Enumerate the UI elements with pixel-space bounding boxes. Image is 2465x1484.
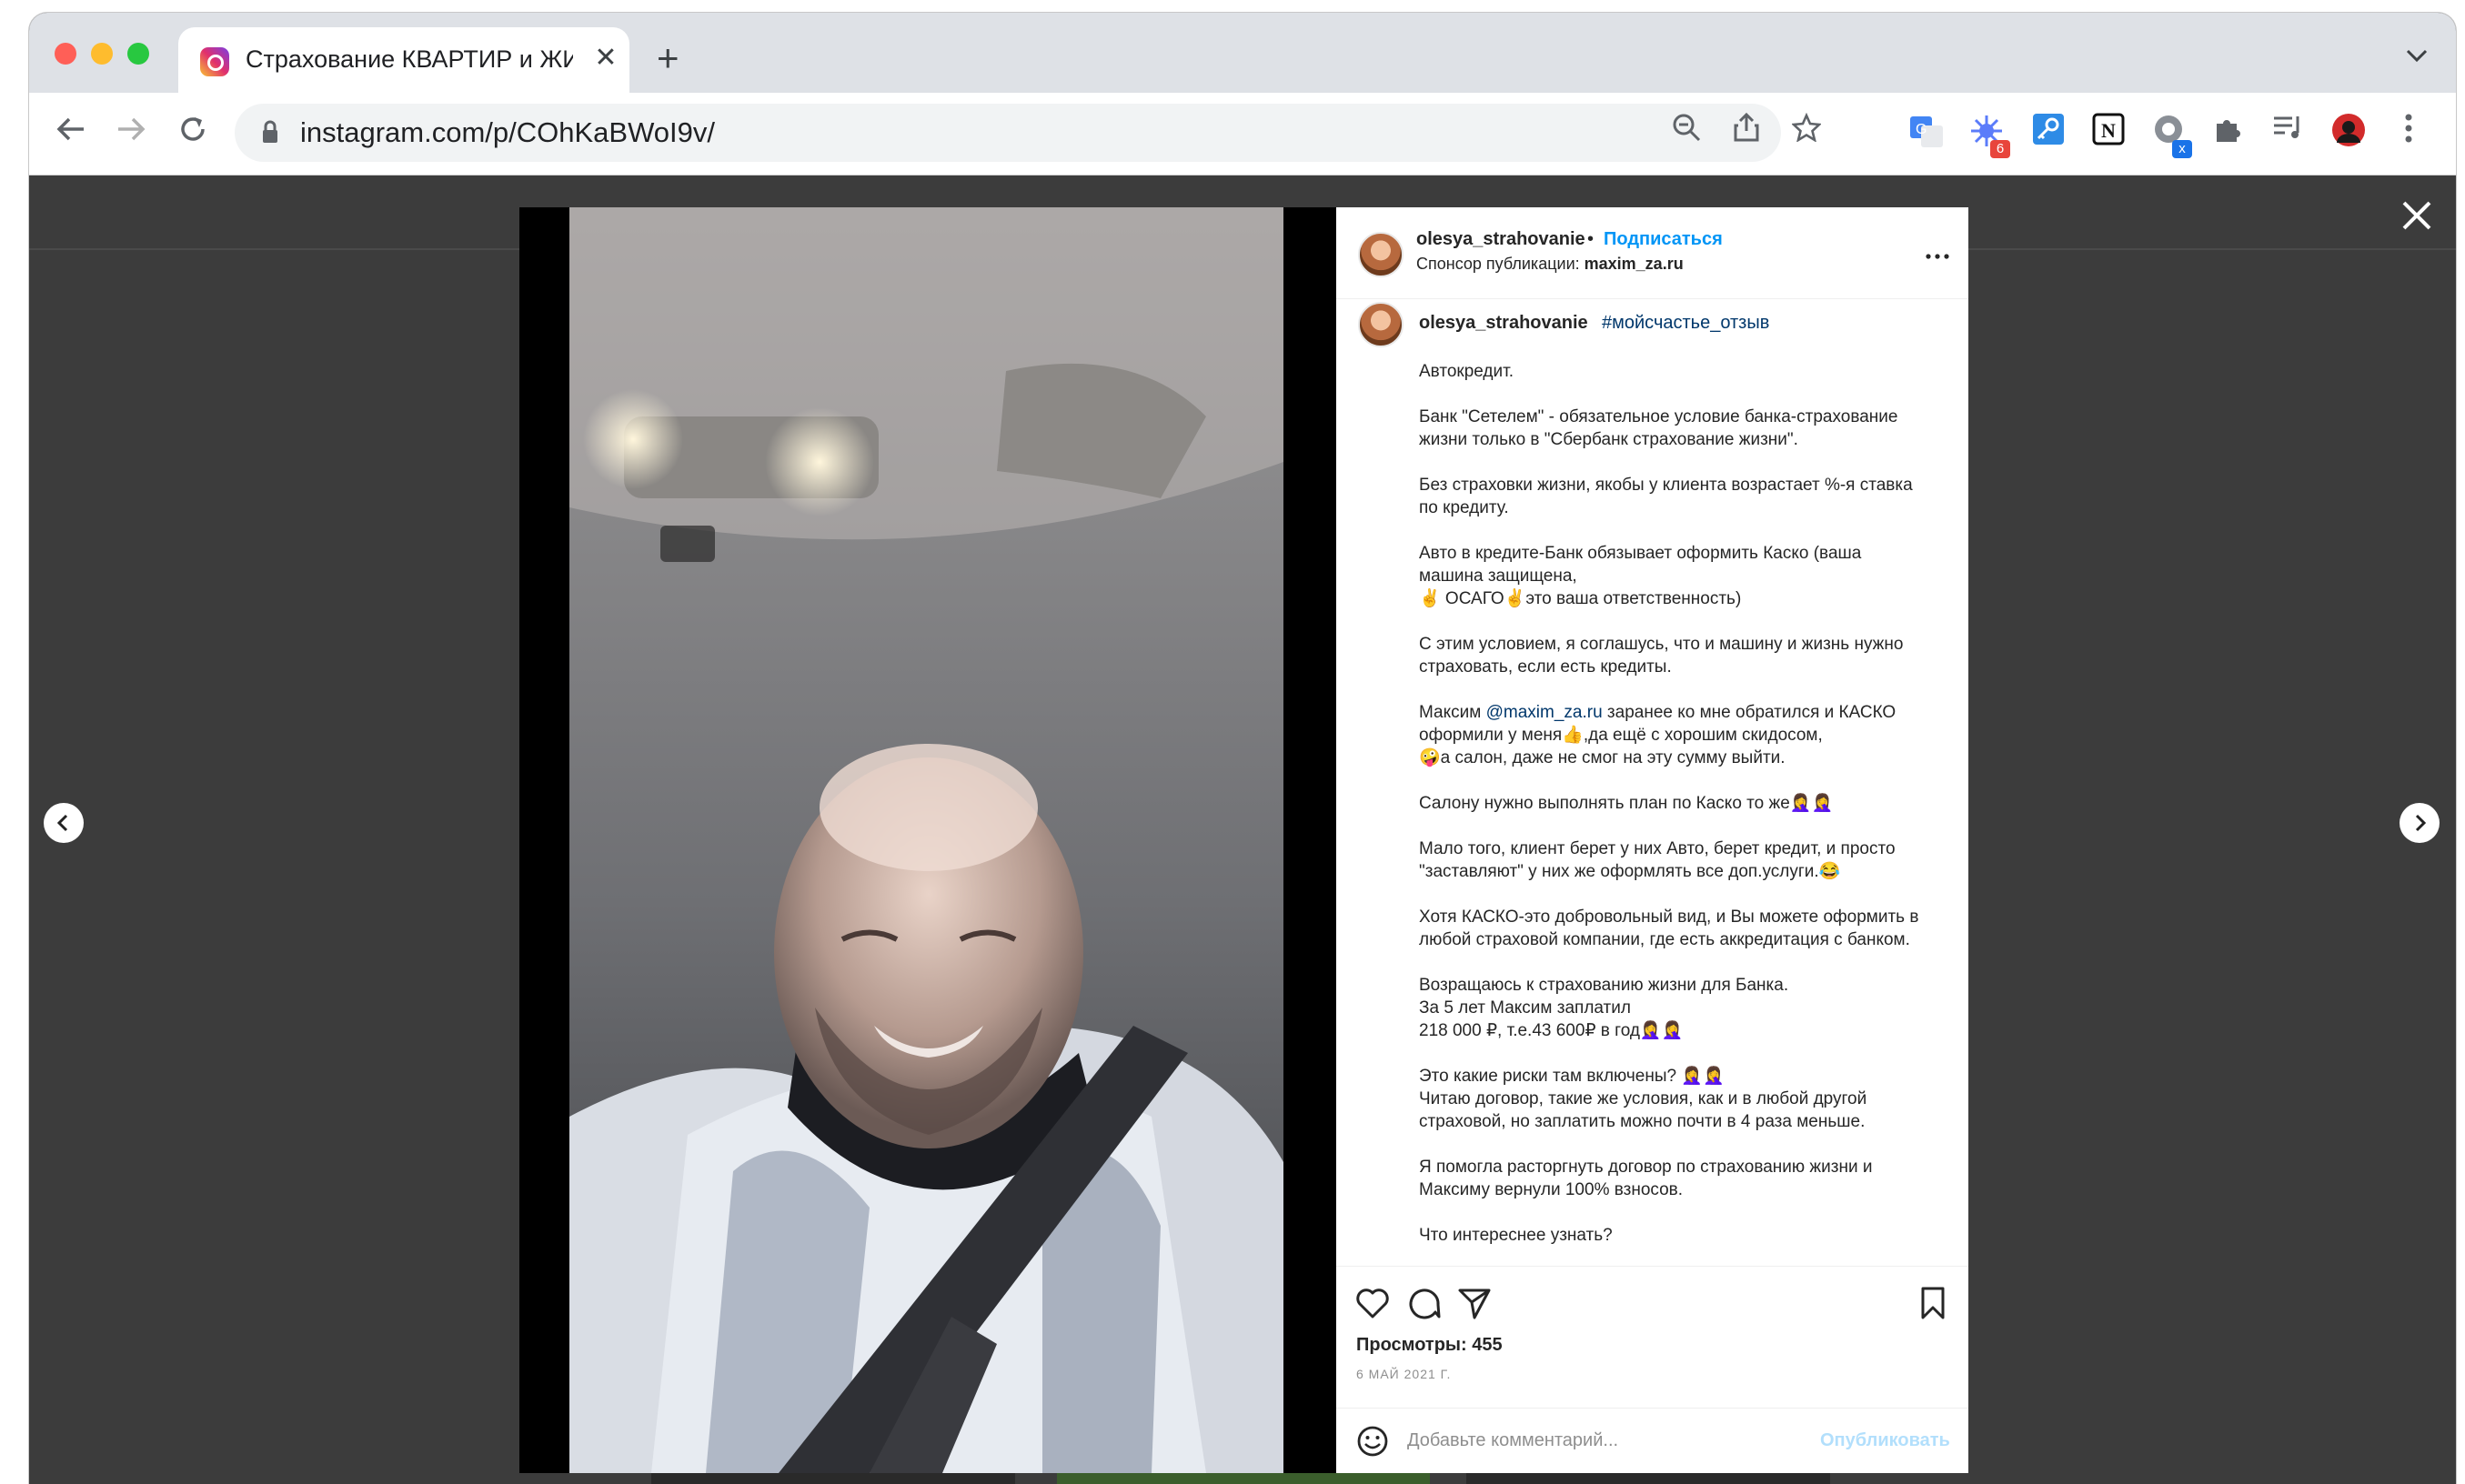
back-arrow-icon[interactable] xyxy=(49,111,93,155)
media-control-icon[interactable] xyxy=(2269,113,2309,153)
caption-paragraph: Авто в кредите-Банк обязывает оформить К… xyxy=(1419,544,1862,608)
translate-icon[interactable]: G xyxy=(1907,113,1947,153)
instagram-page-overlay: olesya_strahovanie • Подписаться Спонсор… xyxy=(29,175,2456,1484)
share-icon[interactable] xyxy=(1726,112,1766,153)
more-options-icon[interactable] xyxy=(1926,238,1949,266)
caption-paragraph: Возращаюсь к страхованию жизни для Банка… xyxy=(1419,976,1789,1040)
post-caption: olesya_strahovanie #мойсчастье_отзыв Авт… xyxy=(1336,298,1968,1355)
mention-link[interactable]: @maxim_za.ru xyxy=(1486,703,1603,722)
tab-strip: Страхование КВАРТИР и ЖИЗНИ ✕ + xyxy=(29,13,2456,93)
close-icon[interactable] xyxy=(2394,197,2440,243)
caption-paragraph-mention: Максим @maxim_za.ru заранее ко мне обрат… xyxy=(1419,701,1965,769)
extension-badge-x: x xyxy=(2172,140,2192,158)
video-frame xyxy=(569,207,1283,1473)
window-minimize-button[interactable] xyxy=(91,43,113,65)
chevron-left-icon[interactable] xyxy=(44,803,84,843)
caption-paragraph: Мало того, клиент берет у них Авто, бере… xyxy=(1419,839,1896,881)
svg-text:N: N xyxy=(2101,119,2116,142)
sponsor-line: Спонсор публикации: maxim_za.ru xyxy=(1416,255,1684,274)
caption-paragraph: С этим условием, я соглашусь, что и маши… xyxy=(1419,635,1904,677)
tab-close-icon[interactable]: ✕ xyxy=(588,40,624,76)
avatar[interactable] xyxy=(1358,302,1404,347)
save-icon[interactable] xyxy=(1915,1285,1951,1321)
reload-icon[interactable] xyxy=(171,111,215,155)
caption-text: Максим xyxy=(1419,703,1486,722)
post-sidebar: olesya_strahovanie • Подписаться Спонсор… xyxy=(1336,207,1968,1473)
caption-hashtag[interactable]: #мойсчастье_отзыв xyxy=(1602,313,1769,334)
post-modal: olesya_strahovanie • Подписаться Спонсор… xyxy=(519,207,1968,1473)
window-close-button[interactable] xyxy=(55,43,76,65)
password-manager-icon[interactable] xyxy=(2028,113,2068,153)
caption-username[interactable]: olesya_strahovanie xyxy=(1419,313,1588,334)
views-count[interactable]: Просмотры: 455 xyxy=(1356,1335,1503,1356)
forward-arrow-icon[interactable] xyxy=(109,111,153,155)
caption-paragraph: Хотя КАСКО-это добровольный вид, и Вы мо… xyxy=(1419,907,1919,949)
follow-button[interactable]: Подписаться xyxy=(1604,229,1723,250)
caption-paragraph: Это какие риски там включены? 🤦‍♀️🤦‍♀️ Ч… xyxy=(1419,1067,1867,1131)
extension-badge: 6 xyxy=(1990,140,2010,158)
avatar[interactable] xyxy=(1358,232,1404,277)
post-header: olesya_strahovanie • Подписаться Спонсор… xyxy=(1336,207,1968,299)
post-actions: Просмотры: 455 6 МАЙ 2021 Г. xyxy=(1336,1266,1968,1385)
separator-dot: • xyxy=(1587,229,1595,249)
emoji-icon[interactable] xyxy=(1354,1423,1391,1459)
sponsor-prefix: Спонсор публикации: xyxy=(1416,255,1585,273)
vpn-extension-icon[interactable]: x xyxy=(2148,113,2192,158)
comment-icon[interactable] xyxy=(1405,1285,1442,1321)
lock-icon[interactable] xyxy=(262,120,278,144)
url-text[interactable]: instagram.com/p/COhKaBWoI9v/ xyxy=(300,116,715,149)
media-area xyxy=(519,207,1336,1473)
browser-toolbar: instagram.com/p/COhKaBWoI9v/ G 6 N x xyxy=(29,93,2456,175)
heart-icon[interactable] xyxy=(1354,1285,1391,1321)
publish-button[interactable]: Опубликовать xyxy=(1820,1430,1950,1451)
post-username[interactable]: olesya_strahovanie xyxy=(1416,229,1585,250)
caption-paragraph: Без страховки жизни, якобы у клиента воз… xyxy=(1419,476,1913,517)
caption-body: Автокредит. Банк "Сетелем" - обязательно… xyxy=(1419,360,1965,1269)
tab-search-chevron-icon[interactable] xyxy=(2405,45,2429,69)
chevron-right-icon[interactable] xyxy=(2400,803,2440,843)
caption-paragraph: Что интереснее узнать? xyxy=(1419,1226,1613,1245)
svg-text:G: G xyxy=(1916,122,1927,137)
extension-icon[interactable]: 6 xyxy=(1967,113,2010,158)
menu-dots-icon[interactable] xyxy=(2389,113,2429,153)
sponsor-link[interactable]: maxim_za.ru xyxy=(1585,255,1684,273)
new-tab-button[interactable]: + xyxy=(657,39,679,77)
notion-icon[interactable]: N xyxy=(2088,113,2128,153)
profile-icon[interactable] xyxy=(2329,113,2369,153)
puzzle-icon[interactable] xyxy=(2208,113,2249,153)
address-bar[interactable]: instagram.com/p/COhKaBWoI9v/ xyxy=(235,104,1822,162)
comment-bar: Добавьте комментарий... Опубликовать xyxy=(1336,1408,1968,1474)
caption-paragraph: Автокредит. xyxy=(1419,362,1514,381)
caption-paragraph: Я помогла расторгнуть договор по страхов… xyxy=(1419,1158,1873,1199)
tab-active[interactable]: Страхование КВАРТИР и ЖИЗНИ ✕ xyxy=(178,27,629,93)
caption-paragraph: Салону нужно выполнять план по Каско то … xyxy=(1419,794,1834,813)
bookmark-star-icon[interactable] xyxy=(1786,112,1826,153)
caption-paragraph: Банк "Сетелем" - обязательное условие ба… xyxy=(1419,407,1898,449)
video-player[interactable] xyxy=(569,207,1283,1473)
instagram-favicon xyxy=(200,47,229,76)
window-zoom-button[interactable] xyxy=(127,43,149,65)
share-send-icon[interactable] xyxy=(1456,1285,1493,1321)
tab-title: Страхование КВАРТИР и ЖИЗНИ xyxy=(246,45,573,73)
zoom-out-icon[interactable] xyxy=(1666,113,1706,153)
post-date[interactable]: 6 МАЙ 2021 Г. xyxy=(1356,1367,1451,1381)
browser-window: Страхование КВАРТИР и ЖИЗНИ ✕ + instagra… xyxy=(29,13,2456,1484)
comment-input[interactable]: Добавьте комментарий... xyxy=(1407,1430,1618,1451)
